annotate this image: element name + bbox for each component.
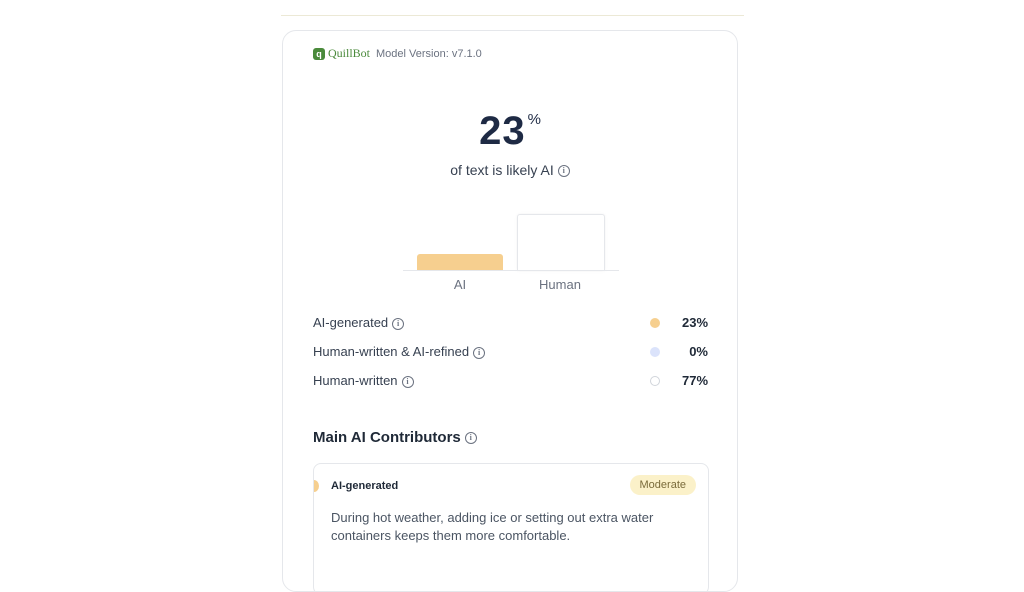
contributors-title: Main AI Contributors — [313, 429, 461, 446]
contributor-card[interactable]: AI-generated Moderate During hot weather… — [313, 463, 709, 591]
ai-score: 23% — [283, 109, 737, 154]
breakdown-label: Human-written — [313, 373, 398, 388]
info-icon[interactable]: i — [557, 165, 570, 178]
level-badge: Moderate — [629, 475, 696, 495]
quillbot-logo: q QuillBot — [313, 46, 370, 61]
model-version: Model Version: v7.1.0 — [376, 47, 482, 60]
card-header: q QuillBot Model Version: v7.1.0 — [313, 46, 482, 61]
score-unit: % — [527, 111, 541, 128]
legend-dot — [650, 375, 660, 386]
breakdown-value: 77% — [682, 373, 709, 388]
chart-x-labels: AI Human — [403, 277, 619, 293]
breakdown-row-ai-generated: AI-generated i 23% — [313, 308, 708, 337]
ai-detection-card: q QuillBot Model Version: v7.1.0 23% of … — [282, 30, 738, 592]
score-value: 23 — [479, 109, 526, 153]
top-divider — [281, 15, 744, 16]
ai-human-bar-chart — [403, 213, 619, 271]
x-label-human: Human — [539, 277, 581, 292]
info-icon[interactable]: i — [473, 346, 486, 359]
breakdown-label: Human-written & AI-refined — [313, 344, 470, 359]
contributor-type: AI-generated — [331, 480, 399, 492]
bar-ai — [417, 254, 503, 271]
breakdown-row-ai-refined: Human-written & AI-refined i 0% — [313, 337, 708, 366]
ai-marker — [314, 480, 319, 492]
x-label-ai: AI — [453, 277, 467, 292]
score-subtitle-text: of text is likely AI — [450, 162, 554, 178]
info-icon[interactable]: i — [401, 375, 414, 388]
contributor-text: During hot weather, adding ice or settin… — [331, 510, 654, 543]
bar-human — [517, 214, 605, 271]
chart-baseline — [403, 270, 619, 271]
legend-dot — [650, 346, 660, 357]
logo-text: QuillBot — [328, 46, 371, 60]
score-subtitle: of text is likely AI i — [283, 162, 737, 178]
breakdown-row-human-written: Human-written i 77% — [313, 366, 708, 395]
breakdown-value: 23% — [682, 315, 709, 330]
info-icon[interactable]: i — [464, 432, 477, 445]
breakdown-label: AI-generated — [313, 315, 389, 330]
breakdown-value: 0% — [689, 344, 708, 359]
breakdown-list: AI-generated i 23% Human-written & AI-ref… — [313, 308, 708, 395]
legend-dot — [650, 317, 660, 328]
contributors-heading: Main AI Contributors i — [313, 429, 477, 446]
quillbot-logo-icon: q — [313, 47, 325, 60]
info-icon[interactable]: i — [392, 317, 405, 330]
